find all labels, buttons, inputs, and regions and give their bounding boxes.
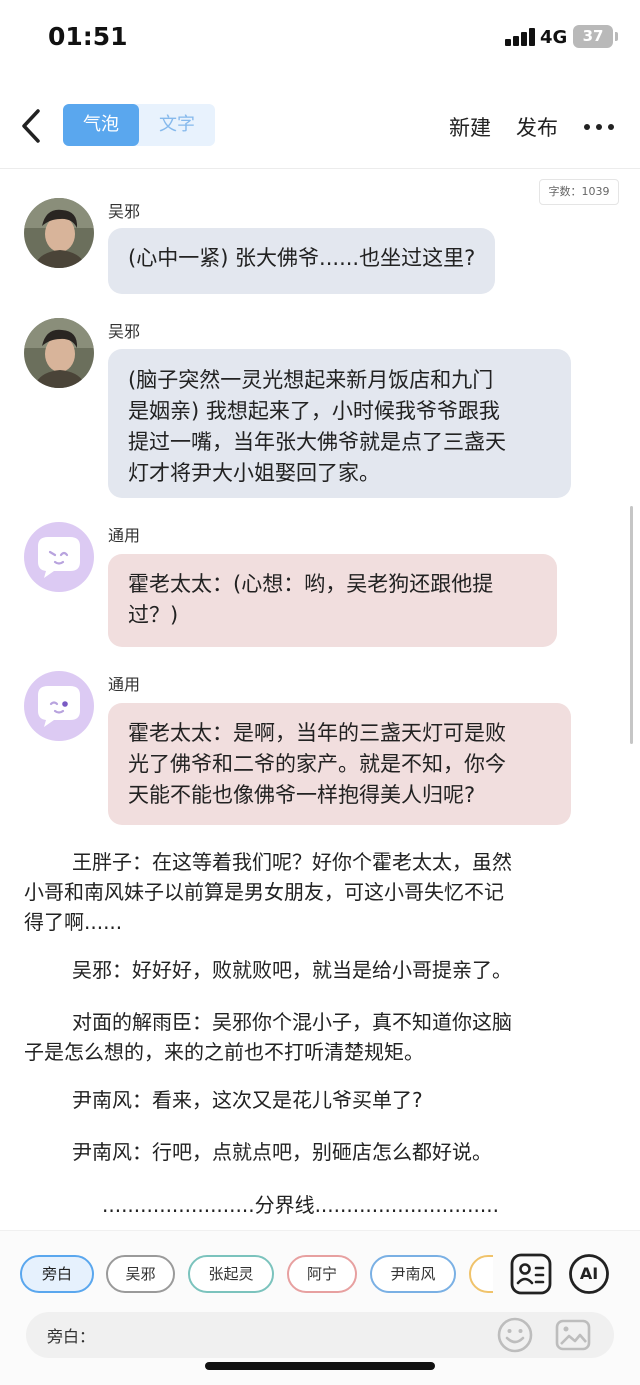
network-type: 4G (540, 27, 568, 48)
bubble-line: 是姻亲) 我想起来了，小时候我爷爷跟我 (128, 399, 500, 423)
emoji-icon (497, 1317, 533, 1353)
speaker-name: 通用 (108, 675, 141, 694)
avatar[interactable] (24, 318, 94, 388)
more-button[interactable] (584, 116, 614, 136)
bubble-line: 过？) (128, 603, 179, 627)
input-bar: 旁白： (26, 1312, 614, 1358)
home-indicator[interactable] (205, 1362, 435, 1370)
speaker-name: 吴邪 (108, 322, 141, 341)
narration-paragraph[interactable]: 吴邪：好好好，败就败吧，就当是给小哥提亲了。 (24, 955, 618, 985)
input-speaker-label: 旁白： (47, 1327, 96, 1346)
image-button[interactable] (554, 1316, 592, 1354)
chat-bubble-icon (38, 686, 80, 727)
chat-bubble-icon (38, 537, 80, 578)
bubble-line: 霍老太太：是啊，当年的三盏天灯可是败 (128, 721, 506, 745)
speaker-name: 通用 (108, 526, 141, 545)
character-selector: 旁白 吴邪 张起灵 阿宁 尹南风 … (20, 1253, 493, 1297)
scrollbar[interactable] (630, 506, 633, 744)
image-icon (555, 1319, 591, 1351)
character-chip[interactable]: … (469, 1255, 493, 1293)
top-nav: 气泡 文字 新建 发布 (0, 96, 640, 156)
bubble-line: 光了佛爷和二爷的家产。就是不知，你今 (128, 752, 506, 776)
speaker-name: 吴邪 (108, 202, 141, 221)
narration-line: 子是怎么想的，来的之前也不打听清楚规矩。 (24, 1040, 424, 1064)
message-bubble[interactable]: (脑子突然一灵光想起来新月饭店和九门 是姻亲) 我想起来了，小时候我爷爷跟我 提… (108, 349, 571, 498)
ai-button[interactable]: AI (568, 1253, 610, 1295)
emoji-button[interactable] (496, 1316, 534, 1354)
avatar[interactable] (24, 522, 94, 592)
ai-label: AI (579, 1264, 599, 1283)
message-bubble[interactable]: 霍老太太：(心想：哟，吴老狗还跟他提 过？) (108, 554, 557, 647)
narration-line: 得了啊...... (24, 910, 123, 934)
chevron-left-icon (22, 109, 40, 143)
tab-bubble[interactable]: 气泡 (63, 104, 139, 146)
message-input[interactable] (96, 1318, 486, 1352)
more-dot-icon (584, 124, 590, 130)
bubble-line: 霍老太太：(心想：哟，吴老狗还跟他提 (128, 572, 494, 596)
publish-button[interactable]: 发布 (516, 112, 558, 142)
battery-cap (615, 32, 618, 41)
message-bubble[interactable]: 霍老太太：是啊，当年的三盏天灯可是败 光了佛爷和二爷的家产。就是不知，你今 天能… (108, 703, 571, 825)
narration-line: 尹南风：看来，这次又是花儿爷买单了? (72, 1088, 423, 1112)
narration-line: 吴邪：好好好，败就败吧，就当是给小哥提亲了。 (72, 958, 512, 982)
narration-paragraph[interactable]: 王胖子：在这等着我们呢？好你个霍老太太，虽然 小哥和南风妹子以前算是男女朋友，可… (24, 847, 618, 937)
bubble-line: 灯才将尹大小姐娶回了家。 (128, 461, 380, 485)
character-card-button[interactable] (510, 1253, 552, 1295)
more-dot-icon (608, 124, 614, 130)
status-bar: 01:51 4G 37 (0, 0, 640, 80)
chat-message: 吴邪 (心中一紧) 张大佛爷......也坐过这里? (0, 198, 640, 298)
nav-divider (0, 168, 640, 169)
character-chip[interactable]: 尹南风 (370, 1255, 456, 1293)
narration-line: 王胖子：在这等着我们呢？好你个霍老太太，虽然 (72, 850, 512, 874)
narration-paragraph[interactable]: 对面的解雨臣：吴邪你个混小子，真不知道你这脑 子是怎么想的，来的之前也不打听清楚… (24, 1007, 618, 1067)
chat-message: 通用 霍老太太：(心想：哟，吴老狗还跟他提 过？) (0, 522, 640, 650)
bubble-line: (脑子突然一灵光想起来新月饭店和九门 (128, 368, 494, 392)
narration-line: 尹南风：行吧，点就点吧，别砸店怎么都好说。 (72, 1140, 492, 1164)
narration-line: ........................分界线.............… (102, 1193, 499, 1217)
character-chip[interactable]: 吴邪 (106, 1255, 175, 1293)
new-button[interactable]: 新建 (449, 112, 491, 142)
message-bubble[interactable]: (心中一紧) 张大佛爷......也坐过这里? (108, 228, 496, 294)
character-chip[interactable]: 阿宁 (287, 1255, 357, 1293)
mode-switch: 气泡 文字 (63, 104, 215, 146)
more-dot-icon (596, 124, 602, 130)
chat-message: 吴邪 (脑子突然一灵光想起来新月饭店和九门 是姻亲) 我想起来了，小时候我爷爷跟… (0, 318, 640, 500)
tab-text[interactable]: 文字 (139, 104, 215, 146)
contact-card-icon (510, 1253, 552, 1295)
character-photo-icon (24, 198, 94, 268)
narration-line: 对面的解雨臣：吴邪你个混小子，真不知道你这脑 (72, 1010, 512, 1034)
character-photo-icon (24, 318, 94, 388)
character-chip-narration[interactable]: 旁白 (20, 1255, 94, 1293)
bubble-line: 天能不能也像佛爷一样抱得美人归呢? (128, 783, 476, 807)
status-time: 01:51 (48, 22, 128, 51)
narration-paragraph[interactable]: 尹南风：看来，这次又是花儿爷买单了? (24, 1085, 618, 1115)
narration-line: 小哥和南风妹子以前算是男女朋友，可这小哥失忆不记 (24, 880, 504, 904)
divider-paragraph[interactable]: ........................分界线.............… (24, 1190, 618, 1220)
character-chip[interactable]: 张起灵 (188, 1255, 274, 1293)
avatar[interactable] (24, 671, 94, 741)
narration-paragraph[interactable]: 尹南风：行吧，点就点吧，别砸店怎么都好说。 (24, 1137, 618, 1167)
avatar[interactable] (24, 198, 94, 268)
back-button[interactable] (18, 106, 48, 146)
bubble-line: 提过一嘴，当年张大佛爷就是点了三盏天 (128, 430, 506, 454)
chat-message: 通用 霍老太太：是啊，当年的三盏天灯可是败 光了佛爷和二爷的家产。就是不知，你今… (0, 671, 640, 827)
battery-icon: 37 (573, 25, 613, 48)
cellular-signal-icon (505, 28, 535, 46)
